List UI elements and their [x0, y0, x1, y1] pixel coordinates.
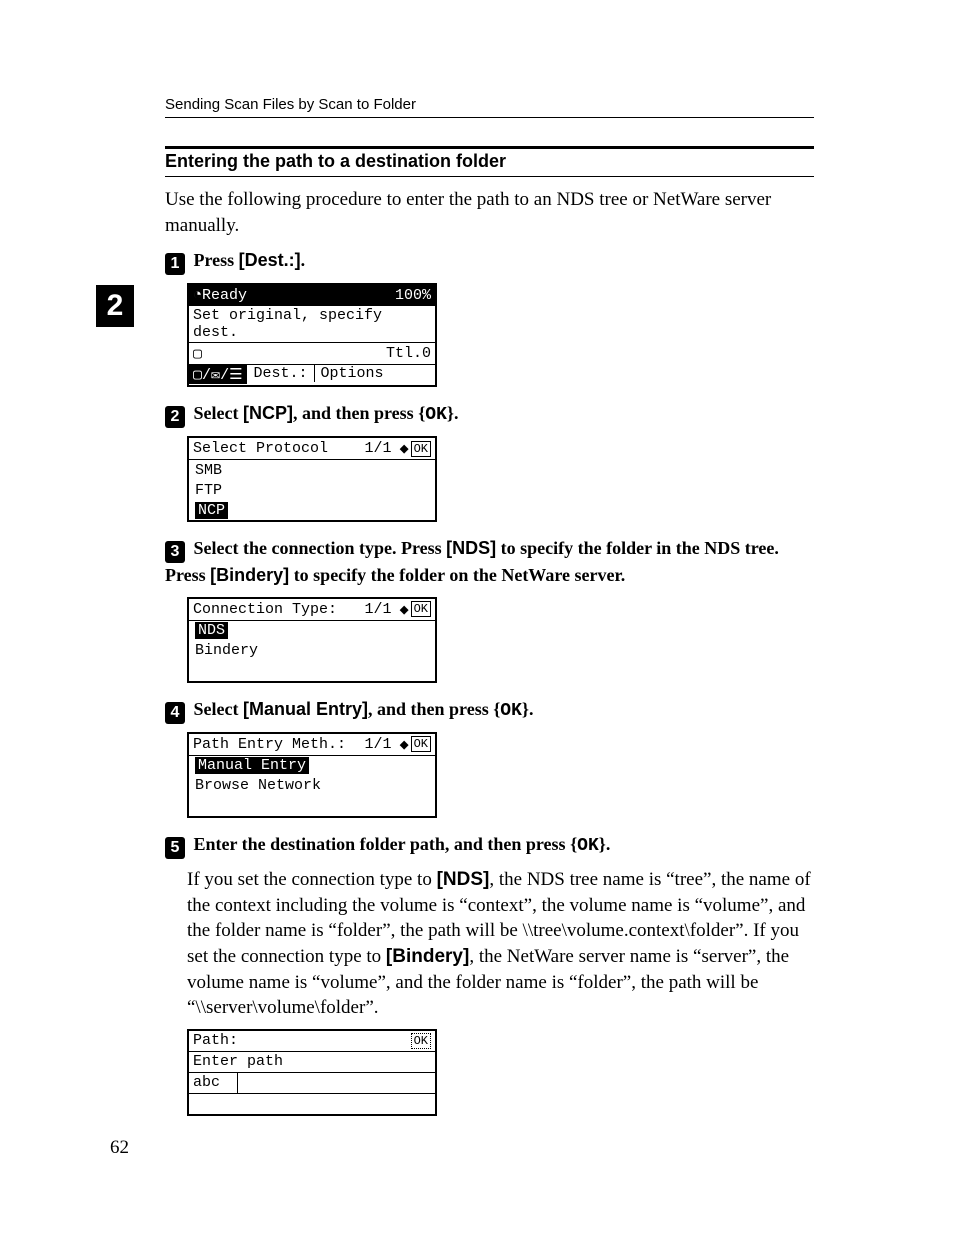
- lcd-tab-dest[interactable]: Dest.:: [248, 365, 315, 382]
- step-text: .: [454, 403, 459, 423]
- ok-key: OK: [425, 405, 447, 425]
- selected-item: Manual Entry: [195, 757, 309, 774]
- divider: [165, 117, 814, 118]
- ui-button-label: [NDS]: [437, 869, 490, 890]
- lcd-title: Select Protocol: [189, 438, 361, 459]
- step-number-icon: 5: [165, 837, 185, 859]
- lcd-page-indicator: 1/1: [361, 734, 396, 755]
- path-input[interactable]: [238, 1073, 435, 1093]
- step-text: Press: [194, 250, 239, 270]
- ok-key: OK: [500, 701, 522, 721]
- lcd-total: Ttl.0: [206, 343, 435, 364]
- updown-arrows-icon: ◆: [400, 735, 409, 754]
- selected-item: NDS: [195, 622, 228, 639]
- list-item[interactable]: Manual Entry: [189, 756, 315, 776]
- ready-label: Ready: [202, 287, 247, 304]
- step-5: 5 Enter the destination folder path, and…: [165, 832, 814, 859]
- step-3: 3 Select the connection type. Press [NDS…: [165, 536, 814, 588]
- selected-item: NCP: [195, 502, 228, 519]
- step-text: Select the connection type. Press: [194, 538, 447, 558]
- lcd-ok-indicator: ◆OK: [396, 734, 435, 755]
- step-number-icon: 4: [165, 702, 185, 724]
- ok-key[interactable]: OK: [411, 736, 431, 752]
- lcd-page-indicator: 1/1: [361, 599, 396, 620]
- step-4: 4 Select [Manual Entry], and then press …: [165, 697, 814, 724]
- list-item: [189, 661, 210, 681]
- step-number-icon: 2: [165, 406, 185, 428]
- lcd-select-protocol: Select Protocol 1/1 ◆OK SMB FTP NCP: [187, 436, 437, 522]
- updown-arrows-icon: ◆: [400, 439, 409, 458]
- list-item[interactable]: Browse Network: [189, 776, 327, 796]
- lcd-page-indicator: 1/1: [361, 438, 396, 459]
- ui-button-label: [NDS]: [446, 538, 496, 558]
- lcd-ready-screen: ◔Ready 100% Set original, specify dest. …: [187, 283, 437, 387]
- section-heading: Entering the path to a destination folde…: [165, 151, 814, 172]
- list-item[interactable]: NCP: [189, 500, 234, 520]
- divider: [165, 146, 814, 149]
- lcd-title: Path:: [189, 1031, 407, 1051]
- step-text: .: [301, 250, 306, 270]
- step-text: Select: [194, 699, 243, 719]
- step-number-icon: 1: [165, 253, 185, 275]
- step-text: .: [529, 699, 534, 719]
- list-item[interactable]: SMB: [189, 460, 228, 480]
- list-item[interactable]: Bindery: [189, 641, 264, 661]
- lcd-ready-bar: ◔Ready: [189, 285, 391, 305]
- list-item[interactable]: FTP: [189, 480, 228, 500]
- folder-icon: ▢: [189, 343, 206, 364]
- ok-key[interactable]: OK: [411, 601, 431, 617]
- input-mode[interactable]: abc: [189, 1073, 238, 1093]
- lcd-tab-icons: ▢/✉/☰: [189, 365, 247, 384]
- ui-button-label: [Dest.:]: [239, 250, 301, 270]
- page-number: 62: [110, 1137, 129, 1159]
- ui-button-label: [Bindery]: [210, 565, 289, 585]
- ui-button-label: [Bindery]: [386, 946, 469, 967]
- step-text: Select: [194, 403, 243, 423]
- lcd-prompt: Enter path: [189, 1052, 435, 1072]
- lcd-blank-row: [189, 1094, 435, 1114]
- step-text: , and then press: [368, 699, 493, 719]
- ui-button-label: [Manual Entry]: [243, 699, 368, 719]
- step-text: to specify the folder on the NetWare ser…: [289, 565, 625, 585]
- lcd-connection-type: Connection Type: 1/1 ◆OK NDS Bindery: [187, 597, 437, 683]
- step-text: .: [606, 834, 611, 854]
- step-text: , and then press: [293, 403, 418, 423]
- ready-icon: ◔: [193, 287, 202, 304]
- step-number-icon: 3: [165, 541, 185, 563]
- ok-key[interactable]: OK: [411, 1033, 431, 1049]
- list-item[interactable]: NDS: [189, 621, 234, 641]
- lcd-ok-indicator: ◆OK: [396, 599, 435, 620]
- lcd-message: Set original, specify dest.: [189, 306, 435, 342]
- step-2: 2 Select [NCP], and then press {OK}.: [165, 401, 814, 428]
- lcd-path-entry: Path: OK Enter path abc: [187, 1029, 437, 1116]
- list-item: [189, 796, 210, 816]
- step-text: Enter the destination folder path, and t…: [194, 834, 571, 854]
- lcd-title: Path Entry Meth.:: [189, 734, 361, 755]
- lcd-ok-indicator: ◆OK: [396, 438, 435, 459]
- intro-paragraph: Use the following procedure to enter the…: [165, 187, 814, 238]
- lcd-ok-indicator: OK: [407, 1031, 435, 1051]
- lcd-percent: 100%: [391, 285, 435, 305]
- divider: [165, 176, 814, 177]
- ok-key: OK: [577, 836, 599, 856]
- running-header: Sending Scan Files by Scan to Folder: [165, 96, 814, 113]
- ok-key[interactable]: OK: [411, 441, 431, 457]
- ui-button-label: [NCP]: [243, 403, 293, 423]
- chapter-number: 2: [96, 285, 134, 327]
- lcd-path-entry-method: Path Entry Meth.: 1/1 ◆OK Manual Entry B…: [187, 732, 437, 818]
- chapter-tab: 2: [96, 285, 134, 327]
- body-text: If you set the connection type to: [187, 869, 437, 890]
- updown-arrows-icon: ◆: [400, 600, 409, 619]
- lcd-tab-options[interactable]: Options: [315, 365, 390, 382]
- step-5-body: If you set the connection type to [NDS],…: [187, 867, 814, 1021]
- step-1: 1 Press [Dest.:].: [165, 248, 814, 275]
- lcd-title: Connection Type:: [189, 599, 361, 620]
